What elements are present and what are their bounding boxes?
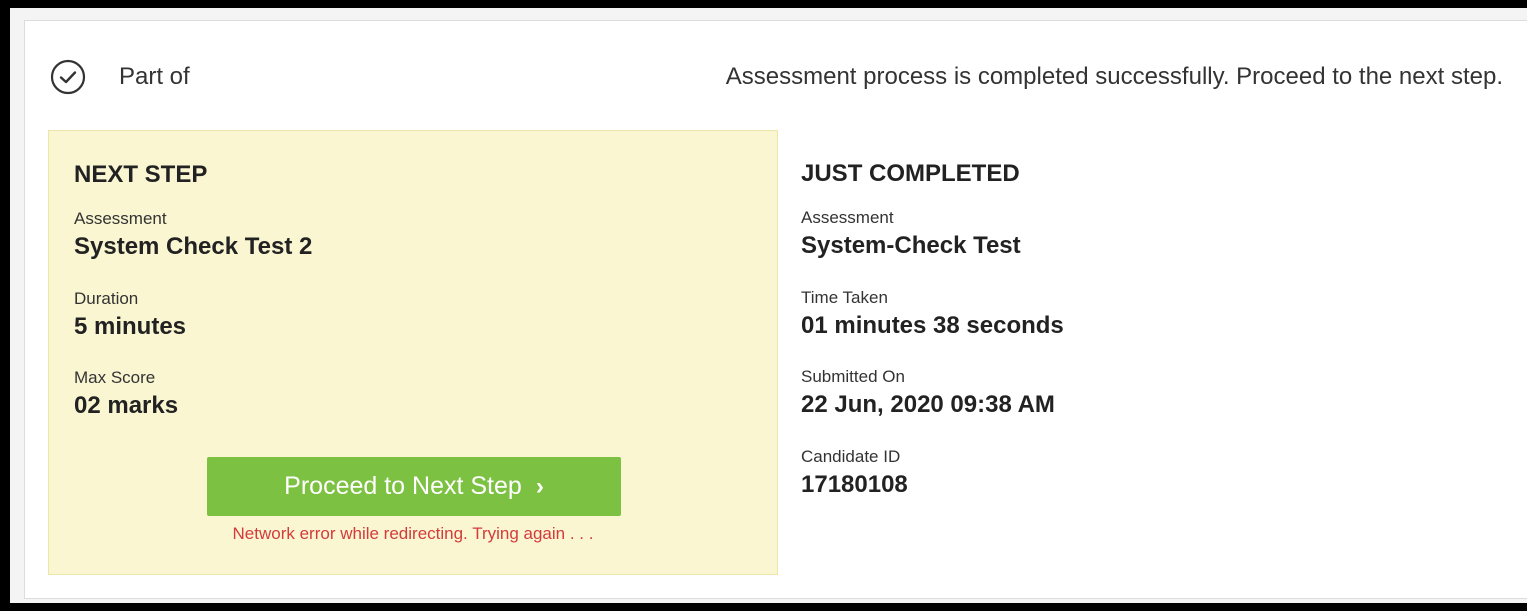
submitted-on-value: 22 Jun, 2020 09:38 AM bbox=[801, 391, 1055, 418]
part-of-label: Part of bbox=[119, 63, 190, 90]
status-header: Part of Assessment process is completed … bbox=[25, 21, 1527, 121]
completed-assessment-value: System-Check Test bbox=[801, 232, 1021, 259]
time-taken-value: 01 minutes 38 seconds bbox=[801, 312, 1064, 339]
chevron-right-icon: › bbox=[535, 472, 544, 500]
next-assessment-label: Assessment bbox=[74, 209, 167, 228]
just-completed-heading: JUST COMPLETED bbox=[801, 160, 1020, 187]
time-taken-label: Time Taken bbox=[801, 288, 888, 307]
candidate-id-label: Candidate ID bbox=[801, 447, 901, 466]
duration-value: 5 minutes bbox=[74, 313, 187, 340]
candidate-id-value: 17180108 bbox=[801, 471, 908, 498]
assessment-status-card: Part of Assessment process is completed … bbox=[24, 20, 1527, 599]
max-score-value: 02 marks bbox=[74, 392, 179, 419]
completed-assessment-label: Assessment bbox=[801, 208, 894, 227]
next-step-heading: NEXT STEP bbox=[74, 161, 208, 188]
just-completed-panel: JUST COMPLETED Assessment System-Check T… bbox=[801, 130, 1501, 575]
duration-label: Duration bbox=[74, 289, 139, 308]
proceed-to-next-step-button[interactable]: Proceed to Next Step › bbox=[207, 457, 621, 516]
check-circle-icon bbox=[50, 59, 86, 95]
page-frame: Part of Assessment process is completed … bbox=[10, 8, 1527, 603]
next-step-panel: NEXT STEP Assessment System Check Test 2… bbox=[48, 130, 778, 575]
redirect-error-message: Network error while redirecting. Trying … bbox=[232, 524, 594, 543]
proceed-button-label: Proceed to Next Step bbox=[284, 472, 522, 500]
next-assessment-value: System Check Test 2 bbox=[74, 233, 313, 260]
submitted-on-label: Submitted On bbox=[801, 367, 905, 386]
completion-message: Assessment process is completed successf… bbox=[725, 63, 1503, 90]
max-score-label: Max Score bbox=[74, 368, 156, 387]
